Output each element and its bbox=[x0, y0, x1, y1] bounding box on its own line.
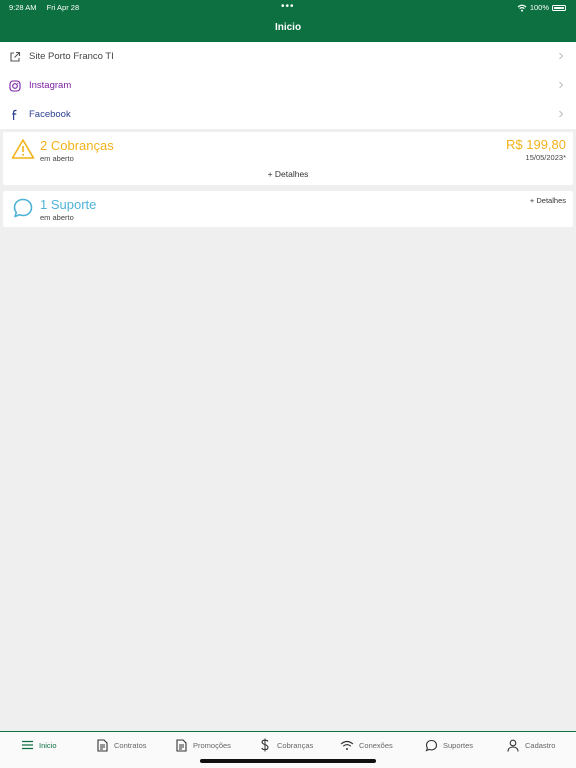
suporte-details-link[interactable]: + Detalhes bbox=[530, 196, 566, 205]
wifi-icon bbox=[340, 738, 354, 752]
link-instagram[interactable]: Instagram bbox=[0, 71, 576, 100]
links-list: Site Porto Franco TI Instagram Facebook bbox=[0, 42, 576, 129]
tab-label: Promoções bbox=[193, 740, 231, 750]
tab-conexoes[interactable]: Conexões bbox=[340, 738, 393, 752]
external-link-icon bbox=[7, 49, 23, 65]
battery-percent: 100% bbox=[529, 3, 549, 12]
home-indicator[interactable] bbox=[200, 759, 376, 763]
link-facebook[interactable]: Facebook bbox=[0, 100, 576, 129]
document-icon bbox=[174, 738, 188, 752]
tab-label: Contratos bbox=[114, 740, 147, 750]
link-label: Instagram bbox=[29, 80, 72, 91]
dollar-icon bbox=[258, 738, 272, 752]
page-title: Inicio bbox=[274, 22, 302, 33]
suporte-status: em aberto bbox=[40, 213, 74, 222]
chat-bubble-icon bbox=[13, 198, 33, 218]
tab-label: Conexões bbox=[359, 740, 393, 750]
warning-icon bbox=[11, 139, 35, 159]
status-bar-right: 100% bbox=[517, 3, 566, 12]
multitasking-dots[interactable]: ••• bbox=[281, 1, 295, 12]
chat-icon bbox=[424, 738, 438, 752]
link-label: Site Porto Franco TI bbox=[29, 51, 114, 62]
tab-cadastro[interactable]: Cadastro bbox=[506, 738, 555, 752]
tab-label: Suportes bbox=[443, 740, 474, 750]
status-date: Fri Apr 28 bbox=[46, 3, 80, 12]
tab-label: Cobranças bbox=[277, 740, 314, 750]
chevron-right-icon bbox=[559, 81, 564, 89]
tab-label: Inicio bbox=[39, 740, 57, 750]
link-site-porto-franco[interactable]: Site Porto Franco TI bbox=[0, 42, 576, 71]
status-bar-left: 9:28 AM Fri Apr 28 bbox=[9, 3, 87, 12]
tab-contratos[interactable]: Contratos bbox=[95, 738, 147, 752]
cobrancas-due-date: 15/05/2023* bbox=[525, 153, 566, 162]
chevron-right-icon bbox=[559, 52, 564, 60]
suporte-card[interactable]: 1 Suporte em aberto + Detalhes bbox=[3, 191, 573, 227]
status-time: 9:28 AM bbox=[9, 3, 37, 12]
cobrancas-amount: R$ 199,80 bbox=[506, 137, 566, 152]
cobrancas-status: em aberto bbox=[40, 154, 74, 163]
battery-icon bbox=[552, 4, 566, 11]
cobrancas-count: 2 Cobranças bbox=[40, 138, 114, 153]
cobrancas-card[interactable]: 2 Cobranças em aberto R$ 199,80 15/05/20… bbox=[3, 132, 573, 185]
app-header: 9:28 AM Fri Apr 28 ••• 100% Inicio bbox=[0, 0, 576, 42]
wifi-status-icon bbox=[517, 4, 527, 12]
suporte-count: 1 Suporte bbox=[40, 197, 97, 212]
chevron-right-icon bbox=[559, 110, 564, 118]
document-icon bbox=[95, 738, 109, 752]
tab-inicio[interactable]: Inicio bbox=[20, 738, 57, 752]
instagram-icon bbox=[7, 78, 23, 94]
tab-suportes[interactable]: Suportes bbox=[424, 738, 473, 752]
tab-label: Cadastro bbox=[525, 740, 556, 750]
menu-icon bbox=[20, 738, 34, 752]
tab-promocoes[interactable]: Promoções bbox=[174, 738, 231, 752]
tab-cobrancas[interactable]: Cobranças bbox=[258, 738, 313, 752]
user-icon bbox=[506, 738, 520, 752]
facebook-icon bbox=[7, 107, 23, 123]
cobrancas-details-link[interactable]: + Detalhes bbox=[3, 169, 573, 179]
link-label: Facebook bbox=[29, 109, 71, 120]
